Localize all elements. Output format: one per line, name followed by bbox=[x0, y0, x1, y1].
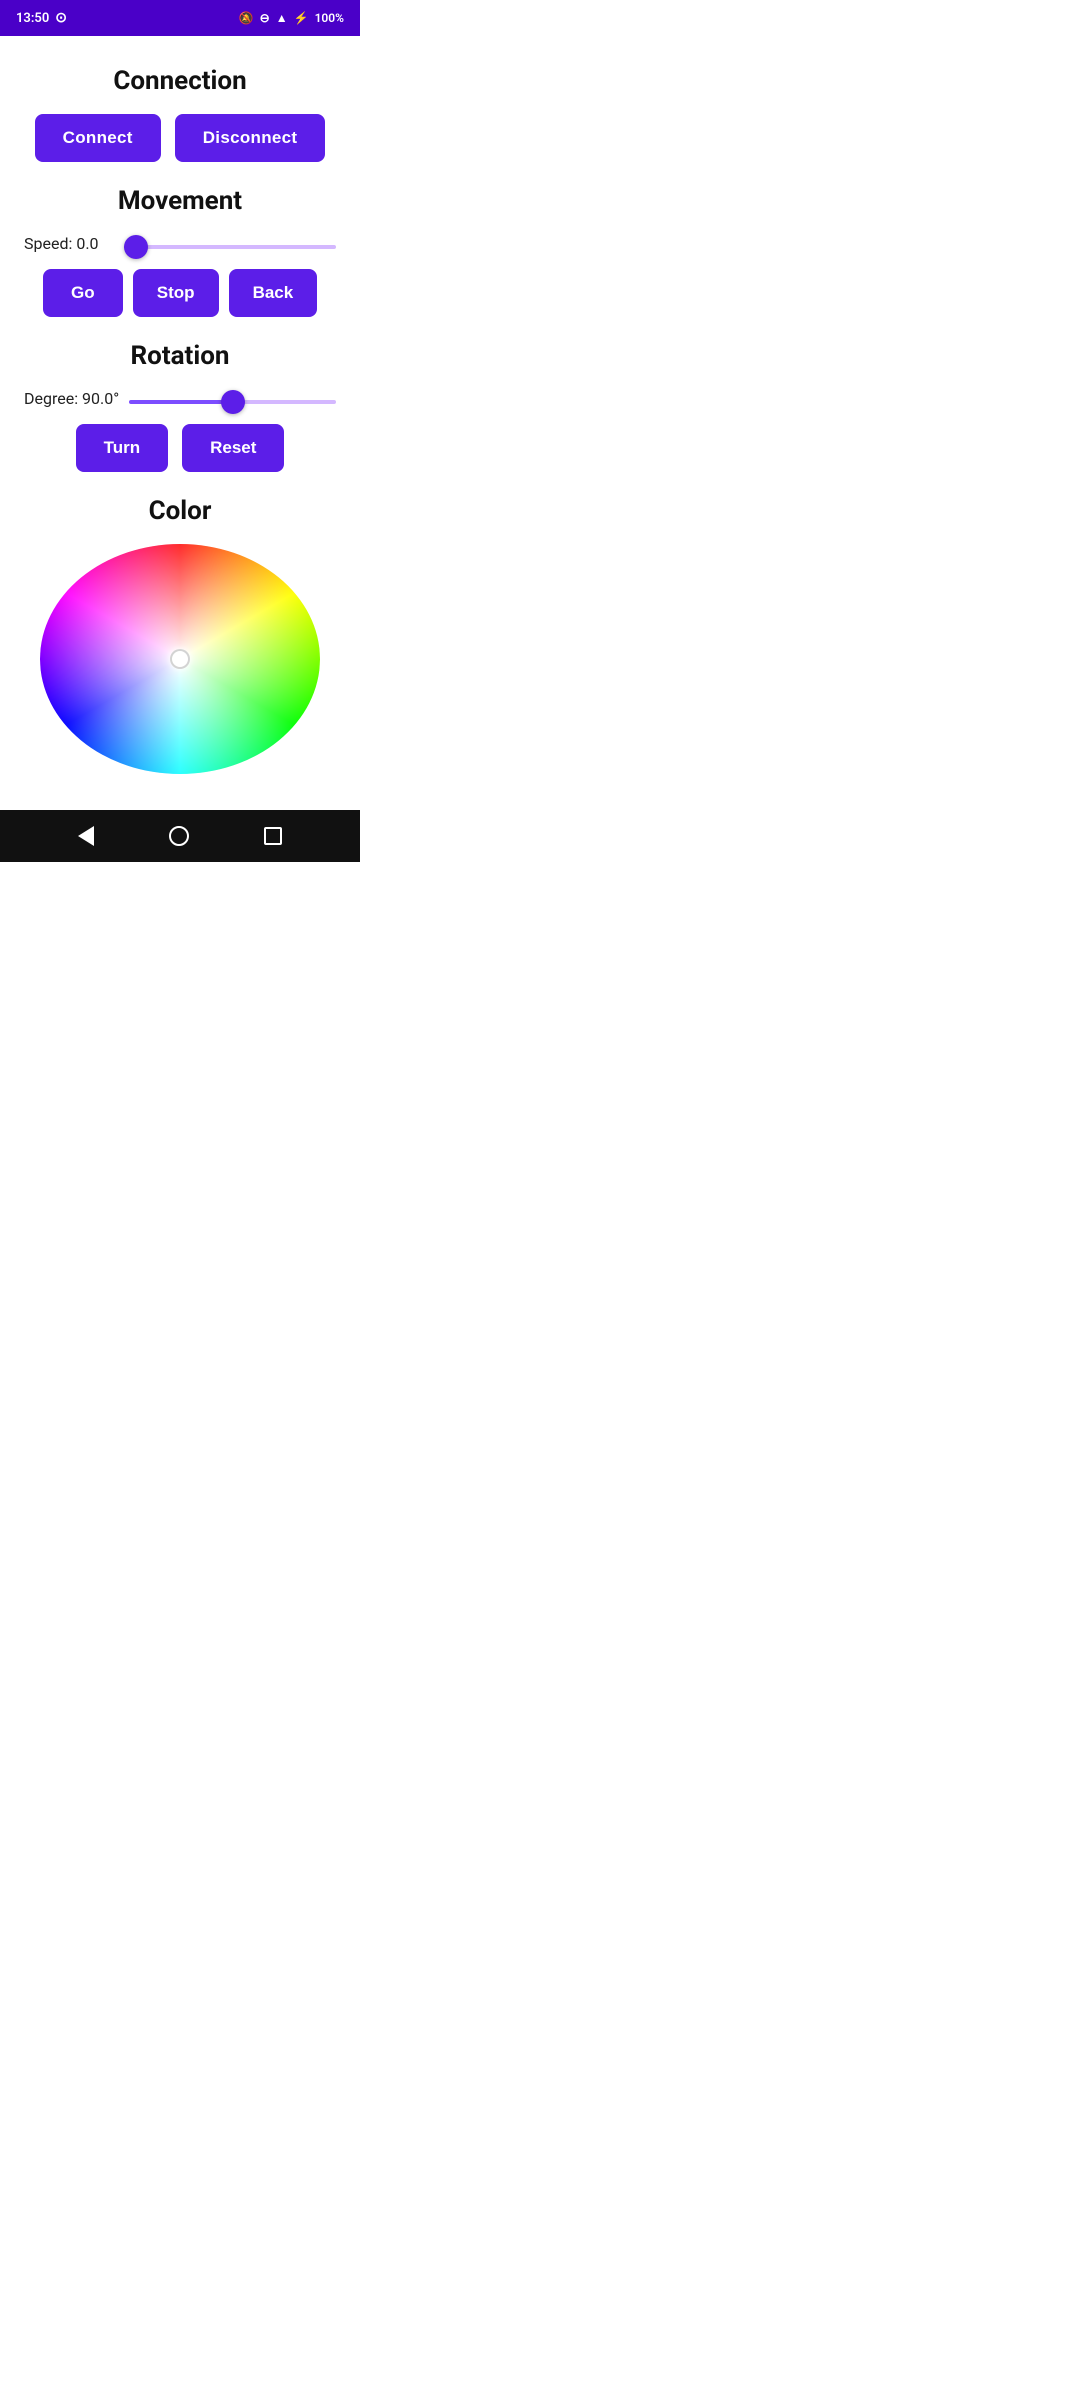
nav-home-button[interactable] bbox=[169, 826, 189, 846]
color-title: Color bbox=[149, 496, 212, 526]
back-button[interactable]: Back bbox=[229, 269, 318, 317]
dnd-icon: ⊖ bbox=[260, 11, 270, 25]
home-circle-icon bbox=[169, 826, 189, 846]
speed-label: Speed: 0.0 bbox=[24, 234, 114, 253]
color-selector[interactable] bbox=[170, 649, 190, 669]
status-bar: 13:50 ⊙ 🔕 ⊖ ▲ ⚡ 100% bbox=[0, 0, 360, 36]
go-button[interactable]: Go bbox=[43, 269, 123, 317]
back-arrow-icon bbox=[78, 826, 94, 846]
reset-button[interactable]: Reset bbox=[182, 424, 284, 472]
movement-section: Movement Speed: 0.0 Go Stop Back bbox=[20, 186, 340, 317]
movement-title: Movement bbox=[118, 186, 242, 216]
status-left: 13:50 ⊙ bbox=[16, 10, 67, 26]
recents-square-icon bbox=[264, 827, 282, 845]
connection-section: Connection Connect Disconnect bbox=[20, 66, 340, 162]
connection-button-row: Connect Disconnect bbox=[35, 114, 326, 162]
status-time: 13:50 bbox=[16, 11, 49, 26]
rotation-title: Rotation bbox=[131, 341, 230, 371]
degree-slider-container bbox=[129, 389, 336, 408]
color-wheel[interactable] bbox=[40, 544, 320, 774]
color-wheel-container[interactable] bbox=[40, 544, 320, 774]
status-right: 🔕 ⊖ ▲ ⚡ 100% bbox=[239, 11, 344, 25]
speed-slider-row: Speed: 0.0 bbox=[20, 234, 340, 253]
turn-button[interactable]: Turn bbox=[76, 424, 169, 472]
connection-title: Connection bbox=[113, 66, 246, 96]
mute-icon: 🔕 bbox=[239, 11, 254, 25]
degree-slider-row: Degree: 90.0° bbox=[20, 389, 340, 408]
nav-recents-button[interactable] bbox=[264, 827, 282, 845]
disconnect-button[interactable]: Disconnect bbox=[175, 114, 326, 162]
color-section: Color bbox=[20, 496, 340, 774]
battery-icon: ⚡ bbox=[294, 11, 309, 25]
stop-button[interactable]: Stop bbox=[133, 269, 219, 317]
connect-button[interactable]: Connect bbox=[35, 114, 161, 162]
degree-slider[interactable] bbox=[129, 400, 336, 404]
speed-slider-container bbox=[124, 234, 336, 253]
rotation-button-row: Turn Reset bbox=[76, 424, 285, 472]
rotation-section: Rotation Degree: 90.0° Turn Reset bbox=[20, 341, 340, 472]
wifi-icon: ▲ bbox=[276, 11, 288, 25]
main-content: Connection Connect Disconnect Movement S… bbox=[0, 36, 360, 810]
movement-button-row: Go Stop Back bbox=[43, 269, 317, 317]
battery-percent: 100% bbox=[315, 11, 344, 25]
nav-back-button[interactable] bbox=[78, 826, 94, 846]
bottom-nav bbox=[0, 810, 360, 862]
degree-label: Degree: 90.0° bbox=[24, 389, 119, 408]
app-icon: ⊙ bbox=[55, 10, 67, 26]
speed-slider[interactable] bbox=[124, 245, 336, 249]
